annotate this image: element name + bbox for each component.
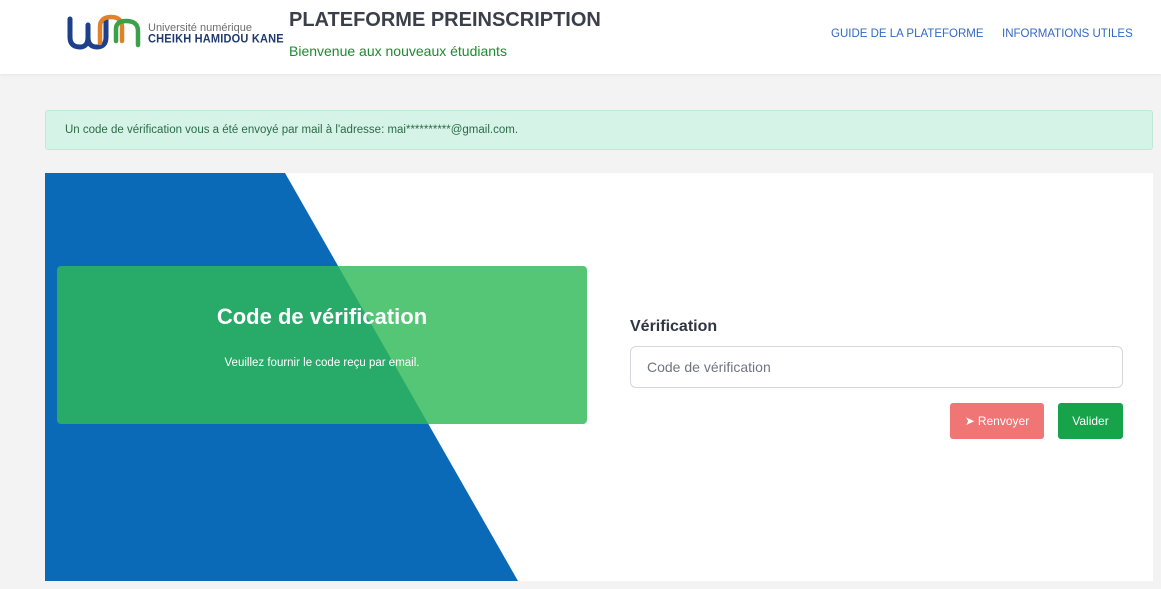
nav-link-informations[interactable]: INFORMATIONS UTILES: [1002, 28, 1133, 40]
unchk-logo-mark: [67, 14, 141, 50]
resend-button[interactable]: ➤ Renvoyer: [950, 403, 1044, 439]
verification-card: Code de vérification Veuillez fournir le…: [45, 173, 1153, 581]
paper-plane-icon: ➤: [964, 414, 975, 428]
alert-message: Un code de vérification vous a été envoy…: [65, 124, 519, 136]
verification-alert: Un code de vérification vous a été envoy…: [45, 110, 1153, 150]
info-panel: Code de vérification Veuillez fournir le…: [57, 266, 587, 424]
nav-link-guide[interactable]: GUIDE DE LA PLATEFORME: [831, 28, 984, 40]
page-title: PLATEFORME PREINSCRIPTION: [289, 9, 601, 31]
panel-title: Code de vérification: [216, 304, 428, 329]
resend-label: Renvoyer: [977, 414, 1030, 428]
panel-text: Veuillez fournir le code reçu par email.: [224, 357, 420, 369]
university-logo[interactable]: Université numérique CHEIKH HAMIDOU KANE: [66, 11, 284, 51]
logo-line-2: CHEIKH HAMIDOU KANE: [148, 32, 284, 46]
page-subtitle: Bienvenue aux nouveaux étudiants: [289, 43, 507, 59]
verification-code-input[interactable]: [630, 346, 1123, 388]
top-navbar: Université numérique CHEIKH HAMIDOU KANE…: [0, 0, 1161, 74]
validate-button[interactable]: Valider: [1058, 403, 1123, 439]
verification-label: Vérification: [630, 318, 718, 335]
